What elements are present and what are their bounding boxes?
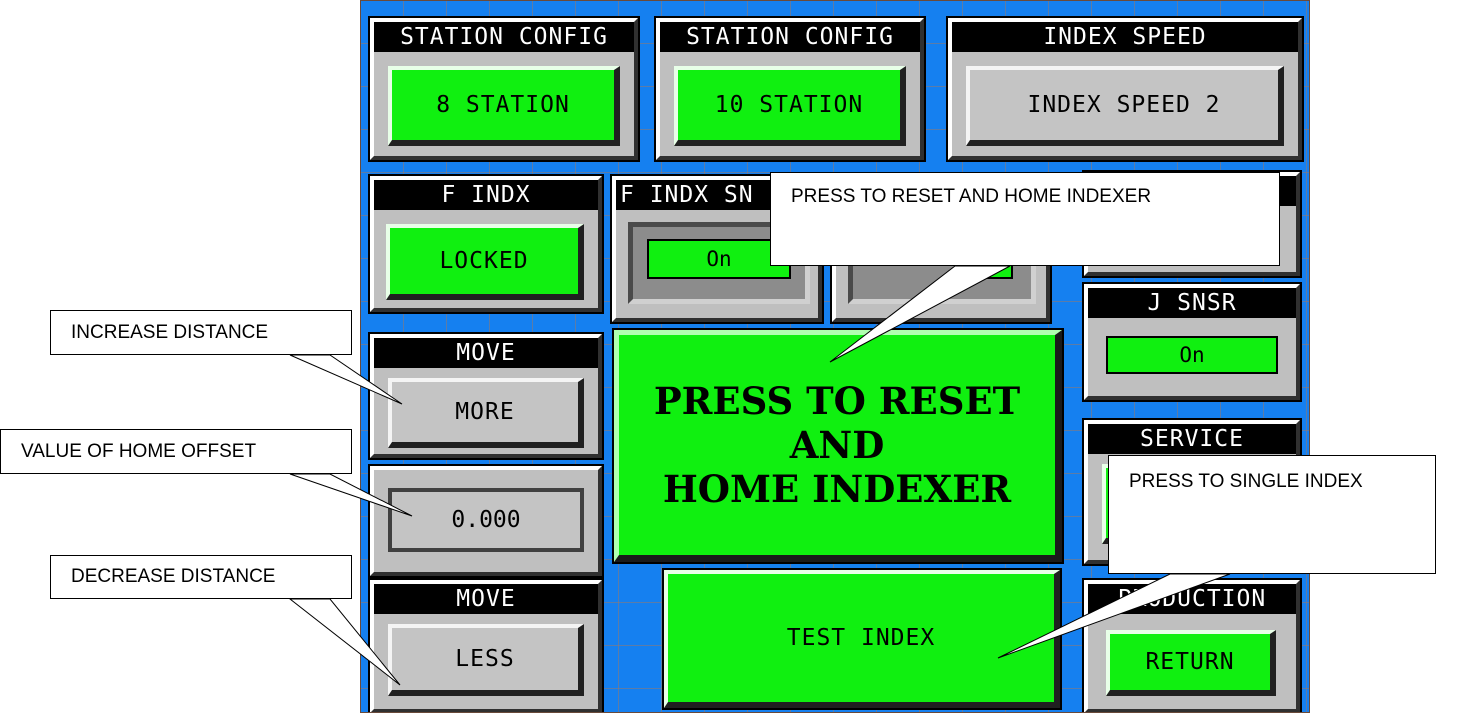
callout-increase-distance: INCREASE DISTANCE — [50, 310, 352, 355]
move-more-header: MOVE — [374, 338, 598, 368]
station-config-10-panel: STATION CONFIG 10 STATION — [654, 16, 926, 162]
station-config-8-header: STATION CONFIG — [374, 22, 634, 52]
production-header: PRODUCTION — [1088, 584, 1296, 614]
reset-home-indexer-label: PRESS TO RESET AND HOME INDEXER — [619, 379, 1055, 511]
move-less-panel: MOVE LESS — [368, 578, 604, 713]
j-snsr-indicator: On — [1106, 336, 1278, 374]
move-more-panel: MOVE MORE — [368, 332, 604, 460]
j-snsr-header: J SNSR — [1088, 288, 1296, 318]
index-speed-header: INDEX SPEED — [952, 22, 1298, 52]
reset-home-line2: HOME INDEXER — [662, 467, 1012, 511]
station-10-button[interactable]: 10 STATION — [674, 66, 906, 146]
callout-home-offset: VALUE OF HOME OFFSET — [0, 429, 352, 474]
f-indx-header: F INDX — [374, 180, 598, 210]
service-header: SERVICE — [1088, 424, 1296, 454]
move-more-button[interactable]: MORE — [388, 378, 584, 448]
home-offset-panel: 0.000 — [368, 464, 604, 578]
hmi-screen: STATION CONFIG 8 STATION STATION CONFIG … — [360, 0, 1310, 713]
f-indx-panel: F INDX LOCKED — [368, 174, 604, 314]
move-less-button[interactable]: LESS — [388, 624, 584, 696]
home-offset-value[interactable]: 0.000 — [388, 488, 584, 552]
reset-home-line1: PRESS TO RESET AND — [653, 379, 1021, 467]
callout-single-index: PRESS TO SINGLE INDEX — [1108, 455, 1436, 574]
return-button[interactable]: RETURN — [1106, 630, 1276, 696]
callout-reset-home-indexer: PRESS TO RESET AND HOME INDEXER — [770, 172, 1280, 266]
index-speed-panel: INDEX SPEED INDEX SPEED 2 — [946, 16, 1304, 162]
move-less-header: MOVE — [374, 584, 598, 614]
f-indx-locked-button[interactable]: LOCKED — [386, 224, 584, 300]
reset-home-indexer-button[interactable]: PRESS TO RESET AND HOME INDEXER — [612, 328, 1064, 564]
index-speed-button[interactable]: INDEX SPEED 2 — [966, 66, 1284, 146]
station-8-button[interactable]: 8 STATION — [388, 66, 620, 146]
callout-decrease-distance: DECREASE DISTANCE — [50, 555, 352, 599]
station-config-10-header: STATION CONFIG — [660, 22, 920, 52]
j-snsr-panel: J SNSR On — [1082, 282, 1302, 402]
station-config-8-panel: STATION CONFIG 8 STATION — [368, 16, 640, 162]
production-panel: PRODUCTION RETURN — [1082, 578, 1302, 713]
test-index-button[interactable]: TEST INDEX — [662, 568, 1062, 710]
